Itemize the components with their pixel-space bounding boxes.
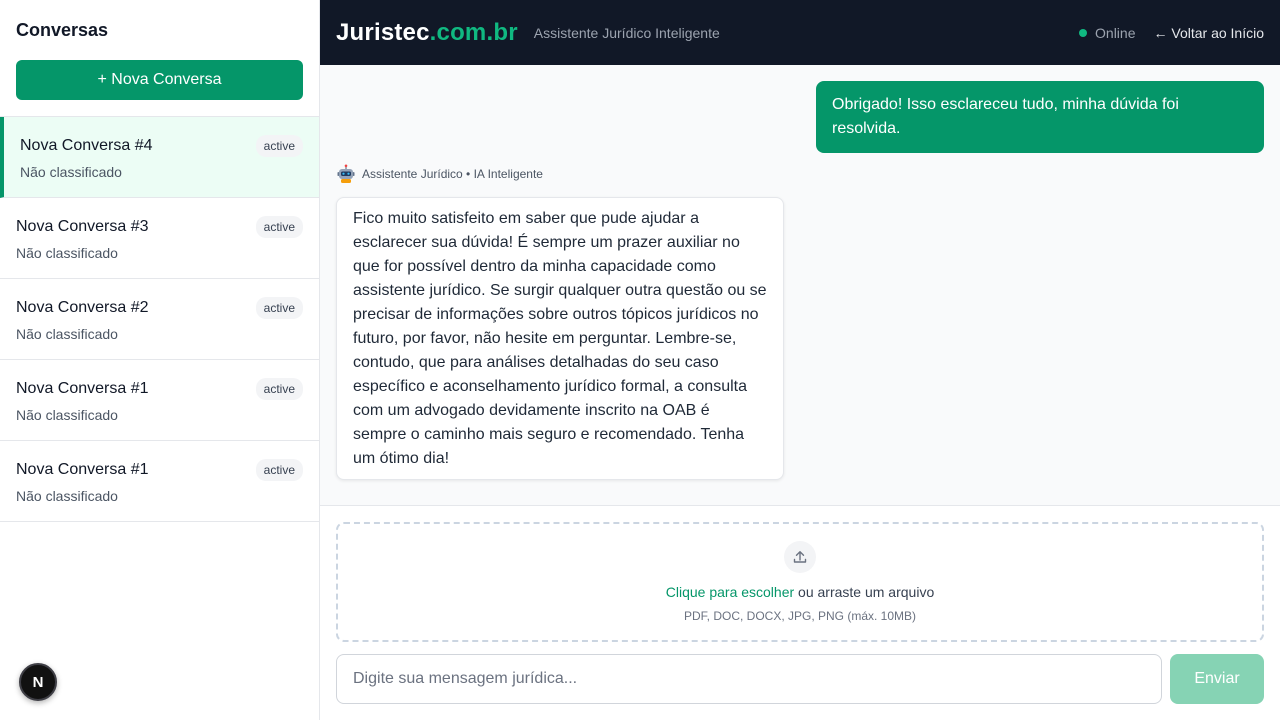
back-home-link[interactable]: ← Voltar ao Início [1153,25,1264,41]
conversation-title: Nova Conversa #4 [20,137,153,154]
brand-tagline: Assistente Jurídico Inteligente [533,24,720,41]
dropzone-instructions: Clique para escolher ou arraste um arqui… [666,583,934,601]
file-types-hint: PDF, DOC, DOCX, JPG, PNG (máx. 10MB) [683,609,917,623]
user-message: Obrigado! Isso esclareceu tudo, minha dú… [816,81,1264,153]
send-button[interactable]: Enviar [1170,654,1264,704]
conversation-item[interactable]: Nova Conversa #4 Não classificado active [0,117,319,198]
status-badge: active [255,297,303,319]
message-input[interactable] [336,654,1162,704]
connection-status: Online [1079,25,1135,41]
conversation-title: Nova Conversa #1 [16,380,149,397]
assistant-header: Assistente Jurídico • IA Inteligente [336,164,543,184]
status-badge: active [255,459,303,481]
brand-name: Juristec [336,18,430,46]
upload-icon [784,541,816,573]
status-badge: active [255,378,303,400]
conversation-item[interactable]: Nova Conversa #3 Não classificado active [0,198,319,279]
top-bar: Juristec.com.br Assistente Jurídico Inte… [320,0,1280,65]
sidebar: Conversas + Nova Conversa Nova Conversa … [0,0,320,720]
drop-text: ou arraste um arquivo [794,584,935,600]
conversation-item[interactable]: Nova Conversa #2 Não classificado active [0,279,319,360]
conversation-category: Não classificado [16,407,118,423]
composer: Clique para escolher ou arraste um arqui… [320,506,1280,720]
dev-tools-badge[interactable]: N [19,663,57,701]
conversation-title: Nova Conversa #2 [16,299,149,316]
online-dot-icon [1079,28,1088,37]
conversation-item[interactable]: Nova Conversa #1 Não classificado active [0,360,319,441]
brand-domain: .com.br [429,18,518,46]
conversation-category: Não classificado [16,326,118,342]
sidebar-title: Conversas [16,20,109,40]
status-label: Online [1095,24,1136,41]
chat-messages[interactable]: Obrigado! Isso esclareceu tudo, minha dú… [320,65,1280,506]
robot-icon [337,164,355,183]
status-badge: active [255,135,303,157]
conversation-category: Não classificado [20,164,122,180]
sidebar-header: Conversas + Nova Conversa [0,0,319,117]
status-badge: active [255,216,303,238]
brand-logo[interactable]: Juristec.com.br [336,19,518,47]
new-conversation-button[interactable]: + Nova Conversa [16,60,303,100]
conversation-category: Não classificado [16,245,118,261]
conversation-category: Não classificado [16,488,118,504]
assistant-label: Assistente Jurídico • IA Inteligente [362,167,543,181]
assistant-message: Fico muito satisfeito em saber que pude … [336,197,784,480]
conversation-title: Nova Conversa #1 [16,461,149,478]
conversation-title: Nova Conversa #3 [16,218,149,235]
conversation-item[interactable]: Nova Conversa #1 Não classificado active [0,441,319,522]
file-dropzone[interactable]: Clique para escolher ou arraste um arqui… [336,522,1264,642]
choose-file-link[interactable]: Clique para escolher [666,584,794,600]
